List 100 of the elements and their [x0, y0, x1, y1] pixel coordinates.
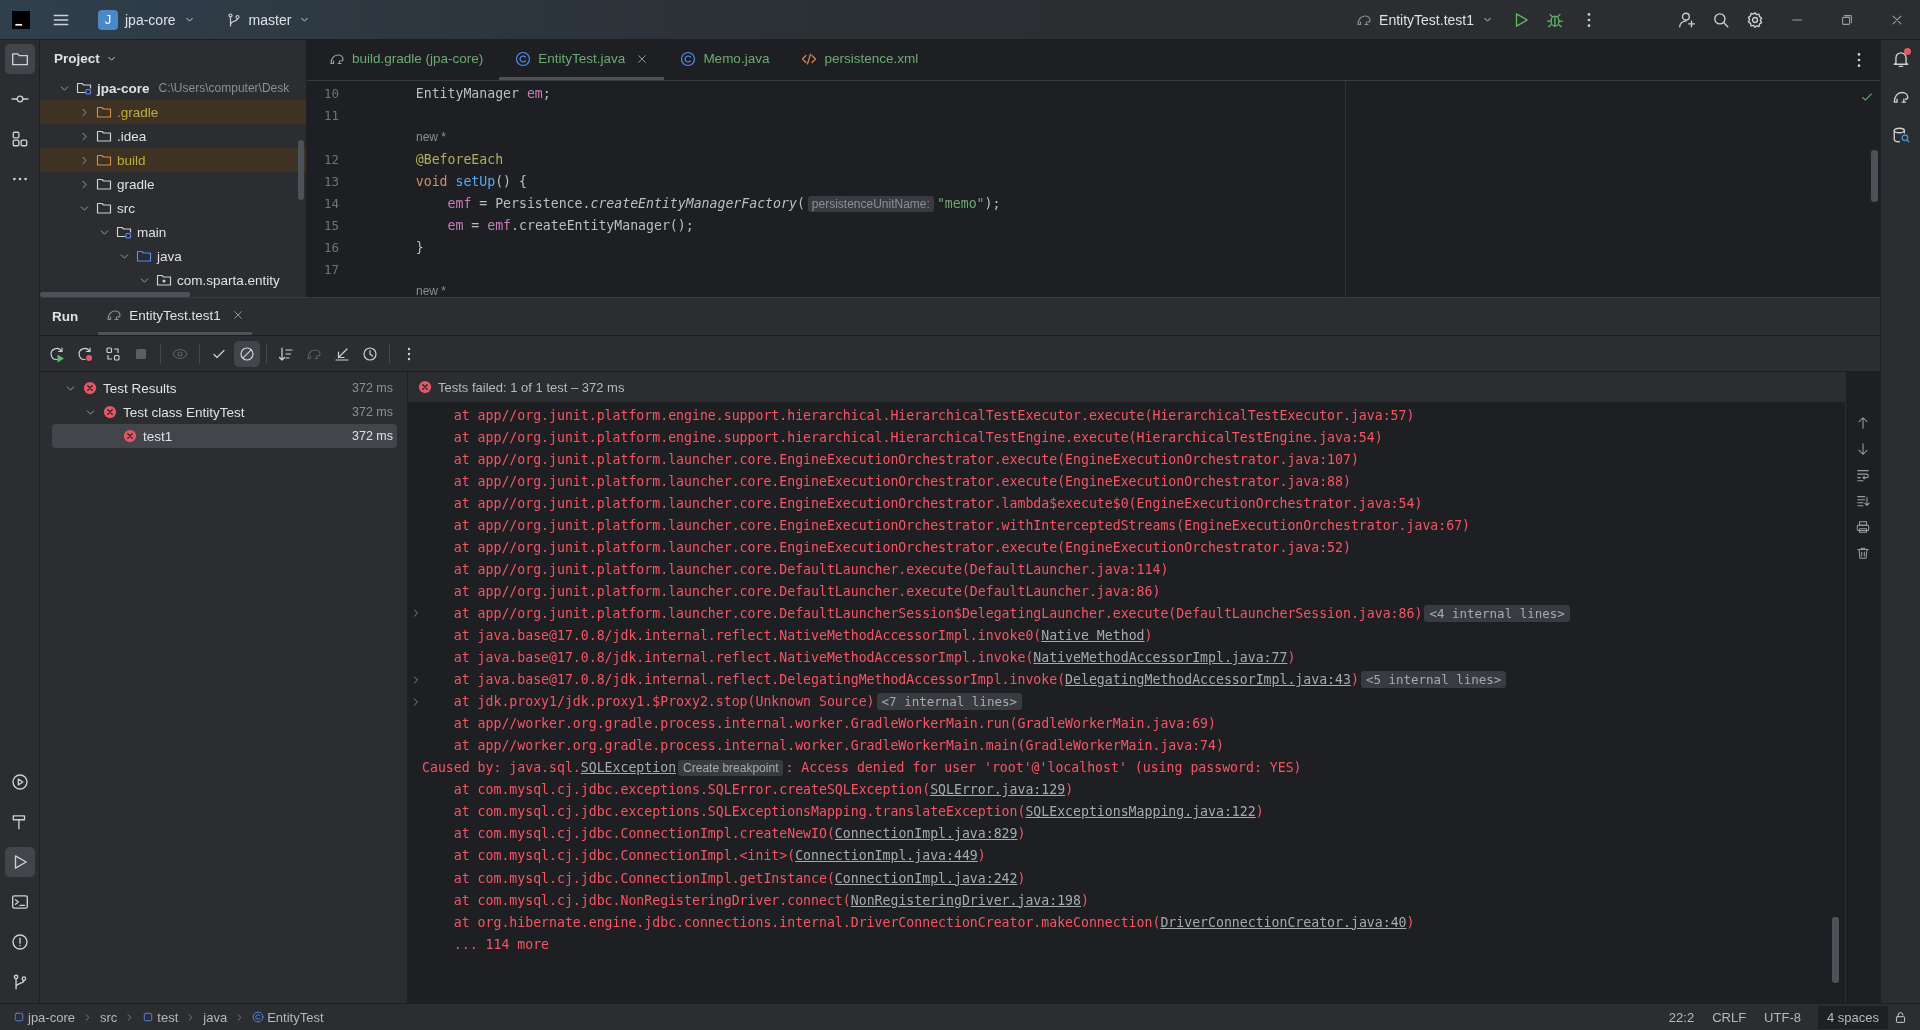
breadcrumb[interactable]: test [139, 1007, 182, 1027]
console-line: at app//worker.org.gradle.process.internal.worker.GradleWorkerMain.run(GradleWorkerMain.java:69) [452, 716, 1216, 732]
tree-item[interactable]: build [40, 148, 306, 172]
folded-lines[interactable]: <5 internal lines> [1360, 671, 1507, 689]
tree-item[interactable]: com.sparta.entity [40, 268, 306, 292]
console-line: at app//org.junit.platform.launcher.core.EngineExecutionOrchestrator.lambda$execute$0(EngineExecutionOrchestrator.java:54) [452, 495, 1423, 511]
line-number: 13 [322, 173, 339, 189]
console-line: at java.base@17.0.8/jdk.internal.reflect.NativeMethodAccessorImpl.invoke0(Native Method) [452, 628, 1153, 643]
source-link[interactable]: SQLExceptionsMapping.java:122 [1025, 804, 1256, 820]
branch-selector[interactable]: master [217, 4, 320, 35]
console-line: at com.mysql.cj.jdbc.ConnectionImpl.getInstance(ConnectionImpl.java:242) [452, 870, 1026, 886]
console-line: at java.base@17.0.8/jdk.internal.reflect.DelegatingMethodAccessorImpl.invoke(DelegatingMethodAccessorImpl.java:43) [452, 672, 1359, 688]
source-link[interactable]: SQLError.java:129 [930, 782, 1066, 798]
folded-lines[interactable]: <7 internal lines> [876, 693, 1023, 711]
source-link[interactable]: ConnectionImpl.java:829 [834, 826, 1018, 842]
editor-tab[interactable]: persistence.xml [785, 40, 935, 80]
console-line: at app//org.junit.platform.launcher.core.DefaultLauncher.execute(DefaultLauncher.java:86) [452, 583, 1161, 599]
scrollbar[interactable] [1832, 917, 1839, 983]
breadcrumb[interactable]: src [96, 1007, 121, 1027]
sort-icon[interactable] [278, 345, 294, 362]
source-link[interactable]: NativeMethodAccessorImpl.java:77 [1033, 650, 1288, 666]
trash-icon[interactable] [1856, 546, 1870, 560]
test-tree-item[interactable]: Test class EntityTest 372 ms [52, 400, 397, 424]
source-link[interactable]: ConnectionImpl.java:242 [834, 870, 1018, 886]
run-tab[interactable]: EntityTest.test1 [98, 298, 252, 335]
status-item[interactable]: CRLF [1703, 1005, 1756, 1029]
source-link[interactable]: SQLException [580, 760, 677, 776]
folder-icon [96, 176, 112, 192]
code-line: void setUp() { [414, 173, 527, 189]
source-link[interactable]: NonRegisteringDriver.java:198 [850, 892, 1081, 908]
breadcrumb[interactable]: EntityTest [249, 1007, 327, 1027]
editor-tab[interactable]: build.gradle (jpa-core) [313, 40, 500, 80]
services-icon[interactable] [10, 773, 29, 791]
print-icon[interactable] [1856, 520, 1870, 534]
soft-wrap-icon[interactable] [1856, 468, 1870, 482]
code-lens[interactable]: new * [384, 130, 447, 144]
source-link[interactable]: Native Method [1041, 628, 1145, 643]
close-icon [231, 309, 244, 321]
arrow-down-icon[interactable] [1856, 442, 1870, 456]
breadcrumb[interactable]: java [200, 1007, 231, 1027]
error-icon [103, 405, 117, 419]
run-config-selector[interactable]: EntityTest.test1 [1348, 4, 1502, 35]
code-line: } [414, 239, 424, 255]
source-link[interactable]: DriverConnectionCreator.java:40 [1160, 914, 1407, 930]
console-line: at com.mysql.cj.jdbc.NonRegisteringDriver.connect(NonRegisteringDriver.java:198) [452, 892, 1089, 908]
rerun-icon[interactable] [49, 345, 65, 362]
breadcrumb[interactable]: jpa-core [10, 1007, 78, 1027]
test-tree-item[interactable]: Test Results 372 ms [52, 376, 397, 400]
editor-tab[interactable]: EntityTest.java [499, 40, 665, 80]
tree-item[interactable]: gradle [40, 172, 306, 196]
scroll-to-end-icon[interactable] [1856, 494, 1870, 508]
tree-item[interactable]: .gradle [40, 100, 306, 124]
folder-icon [136, 248, 152, 264]
toggle-rerun-icon[interactable] [105, 345, 121, 362]
lock-icon[interactable] [1893, 1010, 1907, 1024]
folder-icon [96, 200, 112, 216]
test-summary: Tests failed: 1 of 1 test – 372 ms [438, 379, 625, 395]
console-line: at app//org.junit.platform.launcher.core.DefaultLauncher.execute(DefaultLauncher.java:114) [452, 561, 1169, 577]
clock-icon[interactable] [362, 345, 378, 362]
folder-icon[interactable] [10, 50, 29, 68]
scrollbar[interactable] [1871, 150, 1878, 202]
project-selector[interactable]: J jpa-core [90, 4, 204, 35]
check-icon [1860, 90, 1874, 104]
module-icon [142, 1011, 155, 1023]
code-line: emf = Persistence.createEntityManagerFactory( persistenceUnitName: "memo"); [446, 195, 1001, 211]
console-line: ... 114 more [452, 936, 550, 952]
notifications-icon[interactable] [1891, 50, 1910, 68]
code-lens[interactable]: new * [384, 284, 447, 297]
tree-item[interactable]: main [40, 220, 306, 244]
restore-icon[interactable] [1840, 12, 1854, 27]
search-icon[interactable] [1712, 10, 1730, 29]
branch-icon [225, 11, 242, 28]
tree-item[interactable]: src [40, 196, 306, 220]
ignore-icon[interactable] [239, 345, 255, 362]
scrollbar[interactable] [40, 292, 190, 297]
source-link[interactable]: ConnectionImpl.java:449 [795, 848, 978, 864]
scrollbar[interactable] [298, 140, 304, 200]
panel-title[interactable]: Project [50, 47, 122, 69]
tree-item[interactable]: jpa-core C:\Users\computer\Desk [40, 76, 306, 100]
arrow-up-icon[interactable] [1856, 416, 1870, 430]
problems-icon[interactable] [10, 933, 29, 951]
test-tree-item[interactable]: test1 372 ms [52, 424, 397, 448]
database-search-icon[interactable] [1891, 126, 1910, 144]
structure-icon[interactable] [10, 130, 29, 148]
tree-item[interactable]: java [40, 244, 306, 268]
add-user-icon[interactable] [1678, 10, 1696, 29]
status-item[interactable]: 4 spaces [1817, 1005, 1888, 1029]
inline-hint[interactable]: Create breakpoint [678, 760, 784, 777]
source-link[interactable]: DelegatingMethodAccessorImpl.java:43 [1065, 672, 1351, 688]
line-number: 12 [322, 151, 339, 167]
tree-item[interactable]: .idea [40, 124, 306, 148]
rerun-failed-icon[interactable] [77, 345, 93, 362]
status-item[interactable]: UTF-8 [1755, 1005, 1810, 1029]
console-line: at app//org.junit.platform.engine.support.hierarchical.HierarchicalTestExecutor.execute(HierarchicalTestExecutor.java:57) [452, 407, 1415, 423]
console-line: at com.mysql.cj.jdbc.ConnectionImpl.createNewIO(ConnectionImpl.java:829) [452, 826, 1026, 842]
editor-tab[interactable]: Memo.java [664, 40, 786, 80]
status-item[interactable]: 22:2 [1659, 1005, 1704, 1029]
folded-lines[interactable]: <4 internal lines> [1424, 604, 1570, 622]
terminal-icon[interactable] [10, 893, 29, 911]
settings-icon[interactable] [1746, 10, 1764, 29]
